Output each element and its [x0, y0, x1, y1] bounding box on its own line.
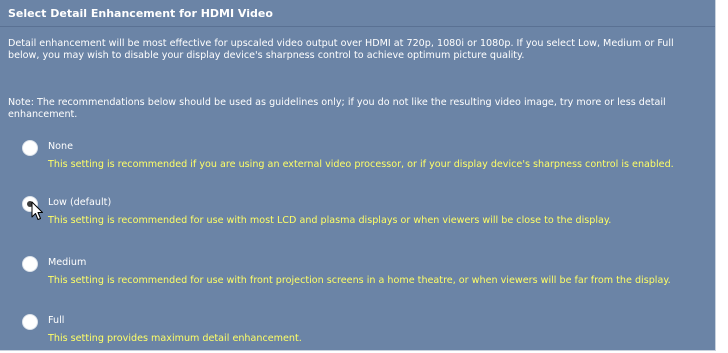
- option-none-description: This setting is recommended if you are u…: [48, 159, 674, 170]
- mouse-pointer-icon: [31, 201, 43, 220]
- option-low-label[interactable]: Low (default): [48, 197, 111, 209]
- option-full-description: This setting provides maximum detail enh…: [48, 333, 302, 344]
- panel-title: Select Detail Enhancement for HDMI Video: [8, 7, 273, 20]
- option-none-label[interactable]: None: [48, 141, 73, 153]
- detail-enhancement-panel: Select Detail Enhancement for HDMI Video…: [0, 0, 716, 351]
- radio-full[interactable]: [22, 314, 38, 330]
- radio-medium[interactable]: [22, 256, 38, 272]
- option-low-description: This setting is recommended for use with…: [48, 215, 612, 226]
- option-medium-description: This setting is recommended for use with…: [48, 275, 671, 286]
- option-full-label[interactable]: Full: [48, 315, 64, 327]
- radio-none[interactable]: [22, 140, 38, 156]
- title-divider: [0, 26, 715, 27]
- intro-text: Detail enhancement will be most effectiv…: [8, 38, 674, 61]
- note-text: Note: The recommendations below should b…: [8, 97, 666, 120]
- option-medium-label[interactable]: Medium: [48, 257, 86, 269]
